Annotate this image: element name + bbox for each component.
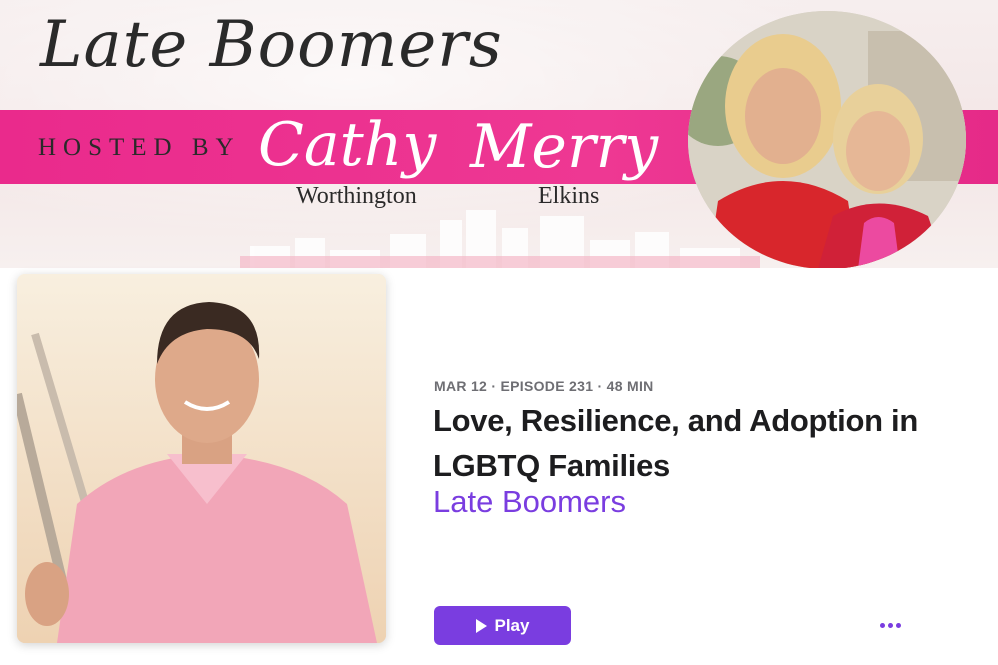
host2-last-name: Elkins	[538, 183, 600, 209]
host2-first-name: Merry	[470, 112, 659, 182]
more-options-icon	[879, 622, 901, 628]
play-button[interactable]: Play	[434, 606, 571, 645]
show-name-link[interactable]: Late Boomers	[433, 484, 626, 520]
host1-last-name: Worthington	[296, 183, 417, 209]
show-banner: Late Boomers HOSTED BY Cathy Worthington…	[0, 0, 998, 268]
host1-first-name: Cathy	[258, 110, 437, 180]
play-icon	[475, 618, 487, 633]
city-skyline-graphic	[240, 210, 760, 268]
hosts-photo	[688, 11, 966, 268]
episode-meta: MAR 12 · EPISODE 231 · 48 MIN	[434, 378, 654, 394]
episode-title: Love, Resilience, and Adoption in LGBTQ …	[433, 403, 919, 483]
play-button-label: Play	[494, 615, 530, 635]
banner-show-title: Late Boomers	[40, 8, 503, 82]
more-options-button[interactable]	[872, 612, 908, 638]
episode-artwork	[17, 274, 386, 643]
hosted-by-label: HOSTED BY	[38, 134, 241, 161]
